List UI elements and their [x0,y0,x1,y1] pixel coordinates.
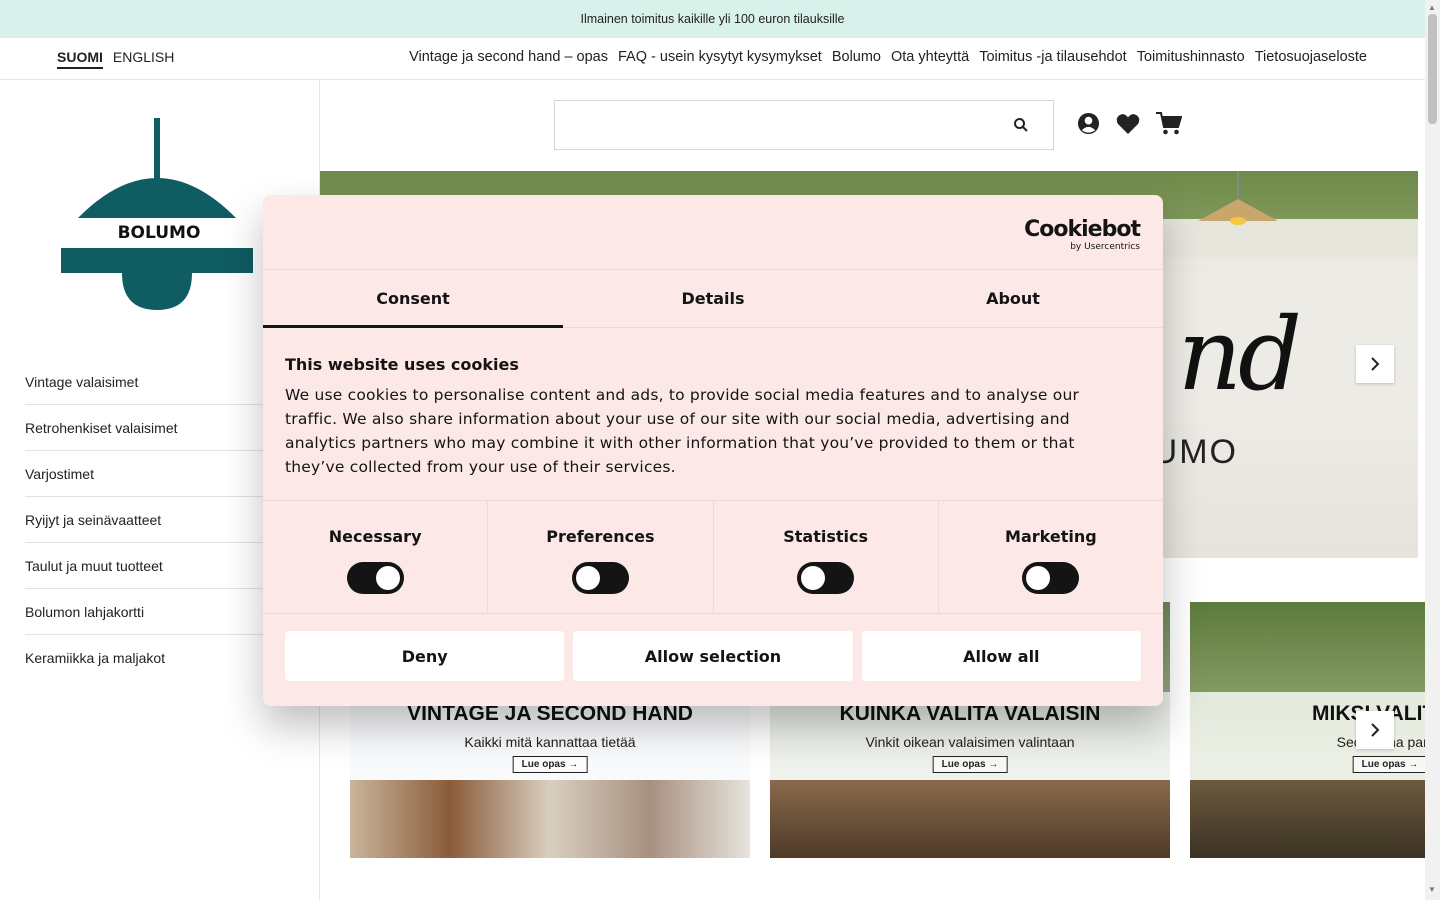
announcement-text: Ilmainen toimitus kaikille yli 100 euron… [580,12,845,26]
chevron-right-icon [1371,723,1380,737]
nav-link-bolumo[interactable]: Bolumo [832,49,881,65]
chevron-right-icon [1371,357,1380,371]
account-icon[interactable] [1077,112,1100,135]
allow-all-button[interactable]: Allow all [861,631,1141,681]
search-icon[interactable] [1013,117,1029,133]
guide-read-button[interactable]: Lue opas → [932,756,1008,773]
hero-brand-text: UMO [1152,433,1238,471]
cookie-category-toggles: Necessary Preferences Statistics Marketi… [263,500,1163,614]
deny-button[interactable]: Deny [285,631,565,681]
toggle-group-preferences: Preferences [488,501,714,613]
hero-script-text: nd [1177,296,1302,413]
cookie-description: We use cookies to personalise content an… [285,386,1080,476]
allow-selection-button[interactable]: Allow selection [573,631,853,681]
cookiebot-logo-main: Cookiebot [1024,217,1141,242]
toggle-group-marketing: Marketing [939,501,1163,613]
scroll-down-arrow-icon[interactable]: ▼ [1428,885,1436,894]
page-scrollbar[interactable]: ▲ ▼ [1425,0,1440,900]
necessary-toggle[interactable] [346,562,404,594]
category-item[interactable]: Retrohenkiset valaisimet [25,405,295,451]
guide-subtitle: Vinkit oikean valaisimen valintaan [865,734,1075,750]
hanging-lamp-image [1198,171,1278,225]
top-navigation: SUOMI ENGLISH Vintage ja second hand – o… [0,38,1425,80]
language-fi[interactable]: SUOMI [57,49,103,69]
nav-link-contact[interactable]: Ota yhteyttä [891,49,969,65]
cookie-tabs: Consent Details About [263,269,1163,328]
toggle-label: Preferences [546,527,655,546]
tab-about[interactable]: About [863,270,1163,327]
announcement-bar: Ilmainen toimitus kaikille yli 100 euron… [0,0,1425,38]
nav-link-terms[interactable]: Toimitus -ja tilausehdot [979,49,1127,65]
category-item[interactable]: Ryijyt ja seinävaatteet [25,497,295,543]
marketing-toggle[interactable] [1022,562,1080,594]
search-input[interactable] [554,100,1054,150]
nav-link-privacy[interactable]: Tietosuojaseloste [1255,49,1367,65]
guides-next-button[interactable] [1356,711,1394,749]
category-item[interactable]: Taulut ja muut tuotteet [25,543,295,589]
toggle-label: Statistics [783,527,868,546]
category-item[interactable]: Bolumon lahjakortti [25,589,295,635]
toggle-group-statistics: Statistics [714,501,939,613]
language-en[interactable]: ENGLISH [113,49,174,69]
bolumo-logo[interactable]: BOLUMO [58,118,258,313]
header-icons [1077,112,1182,135]
tab-consent[interactable]: Consent [263,270,563,328]
info-links: Vintage ja second hand – opas FAQ - usei… [409,49,1367,65]
language-switcher: SUOMI ENGLISH [57,49,174,69]
nav-link-faq[interactable]: FAQ - usein kysytyt kysymykset [618,49,822,65]
cart-icon[interactable] [1156,112,1182,135]
cookie-title: This website uses cookies [285,355,519,374]
guide-read-button[interactable]: Lue opas → [512,756,588,773]
scroll-up-arrow-icon[interactable]: ▲ [1428,3,1436,12]
toggle-label: Necessary [328,527,422,546]
category-list: Vintage valaisimet Retrohenkiset valaisi… [25,359,295,681]
nav-link-guide[interactable]: Vintage ja second hand – opas [409,49,608,65]
category-item[interactable]: Vintage valaisimet [25,359,295,405]
guide-subtitle: Kaikki mitä kannattaa tietää [464,734,636,750]
logo-text: BOLUMO [118,223,201,243]
category-item[interactable]: Keramiikka ja maljakot [25,635,295,681]
scrollbar-thumb[interactable] [1428,14,1437,124]
preferences-toggle[interactable] [571,562,629,594]
category-item[interactable]: Varjostimet [25,451,295,497]
nav-link-shipping-prices[interactable]: Toimitushinnasto [1137,49,1245,65]
wishlist-heart-icon[interactable] [1116,113,1140,135]
guide-read-button[interactable]: Lue opas → [1352,756,1425,773]
cookie-buttons: Deny Allow selection Allow all [285,631,1141,681]
toggle-label: Marketing [1005,527,1097,546]
toggle-group-necessary: Necessary [263,501,489,613]
hero-next-button[interactable] [1356,345,1394,383]
statistics-toggle[interactable] [797,562,855,594]
cookie-consent-dialog: Cookiebot by Usercentrics Consent Detail… [263,195,1163,706]
lamp-logo-icon: BOLUMO [61,118,253,310]
cookiebot-logo-sub: by Usercentrics [1070,242,1140,252]
cookiebot-logo: Cookiebot by Usercentrics [1024,217,1141,253]
tab-details[interactable]: Details [563,270,863,327]
